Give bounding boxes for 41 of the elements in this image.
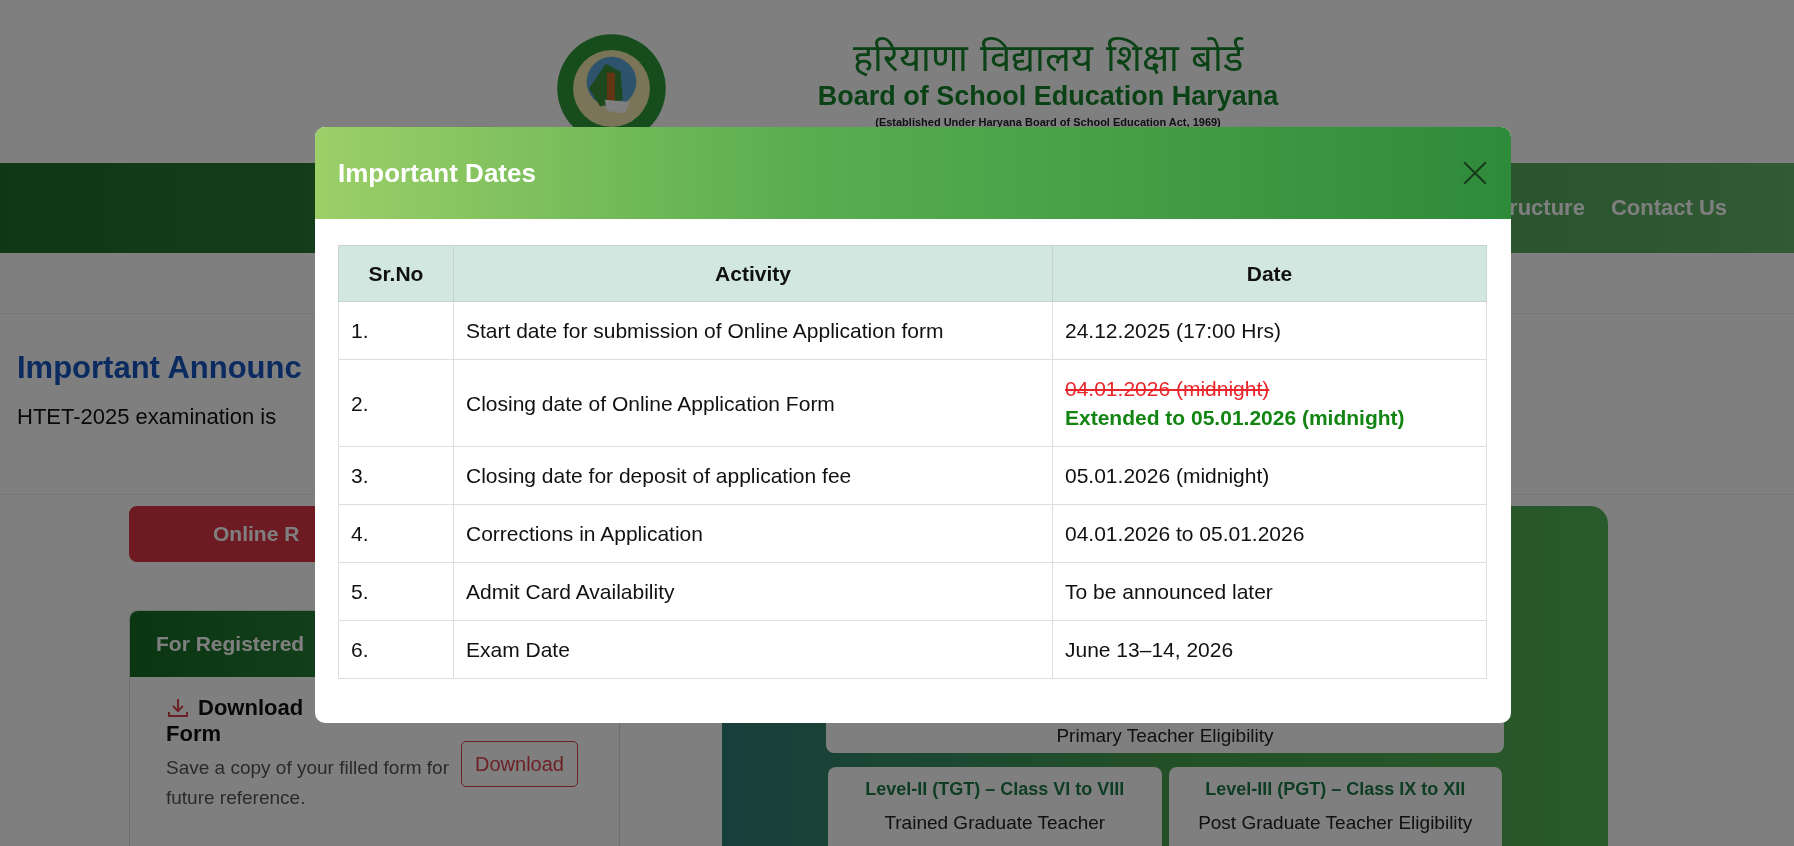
date-text: 05.01.2026 (midnight) [1065,463,1271,489]
struck-date: 04.01.2026 (midnight) [1065,376,1271,402]
date-text: 24.12.2025 (17:00 Hrs) [1065,318,1282,344]
table-cell: 4. [338,504,454,563]
table-cell: 5. [338,562,454,621]
level-text: Trained Graduate Teacher [883,812,1107,834]
level-text: Post Graduate Teacher Eligibility [1197,812,1474,834]
table-cell: 3. [338,446,454,505]
modal-title: Important Dates [338,157,536,189]
board-title: Board of School Education Haryana [817,79,1279,112]
card-title: For Registered [156,632,305,656]
announcement-text: HTET-2025 examination is [17,404,277,430]
column-header: Activity [453,245,1053,302]
column-header: Sr.No [338,245,454,302]
extended-date: Extended to 05.01.2026 (midnight) [1065,405,1406,431]
board-subtitle: (Established Under Haryana Board of School Education Act, 1969) [875,115,1221,128]
table-cell: 6. [338,620,454,679]
date-text: 04.01.2026 to 05.01.2026 [1065,521,1306,547]
column-header: Date [1052,245,1487,302]
table-cell: Closing date of Online Application Form [453,359,1053,447]
table-cell: 2. [338,359,454,447]
announcement-title: Important Announc [17,350,303,386]
table-cell: Exam Date [453,620,1053,679]
table-cell: 1. [338,301,454,360]
level-title: Level-II (TGT) – Class VI to VIII [864,779,1126,800]
board-title-hindi: हरियाणा विद्यालय शिक्षा बोर्ड [853,35,1243,80]
download-icon [166,696,190,720]
close-icon[interactable] [1462,160,1488,186]
download-button[interactable]: Download [461,741,578,787]
level-text: Primary Teacher Eligibility [1056,725,1274,747]
table-cell: Corrections in Application [453,504,1053,563]
date-text: To be announced later [1065,579,1274,605]
table-cell: Closing date for deposit of application fee [453,446,1053,505]
item-title: Download [198,695,304,721]
table-cell: Start date for submission of Online Application form [453,301,1053,360]
item-description: Save a copy of your filled form for future reference. [166,756,450,810]
date-text: June 13–14, 2026 [1065,637,1235,663]
table-cell: Admit Card Availability [453,562,1053,621]
nav-link[interactable]: Contact Us [1610,195,1727,221]
item-title: Form [166,721,222,747]
level-title: Level-III (PGT) – Class IX to XII [1204,779,1467,800]
